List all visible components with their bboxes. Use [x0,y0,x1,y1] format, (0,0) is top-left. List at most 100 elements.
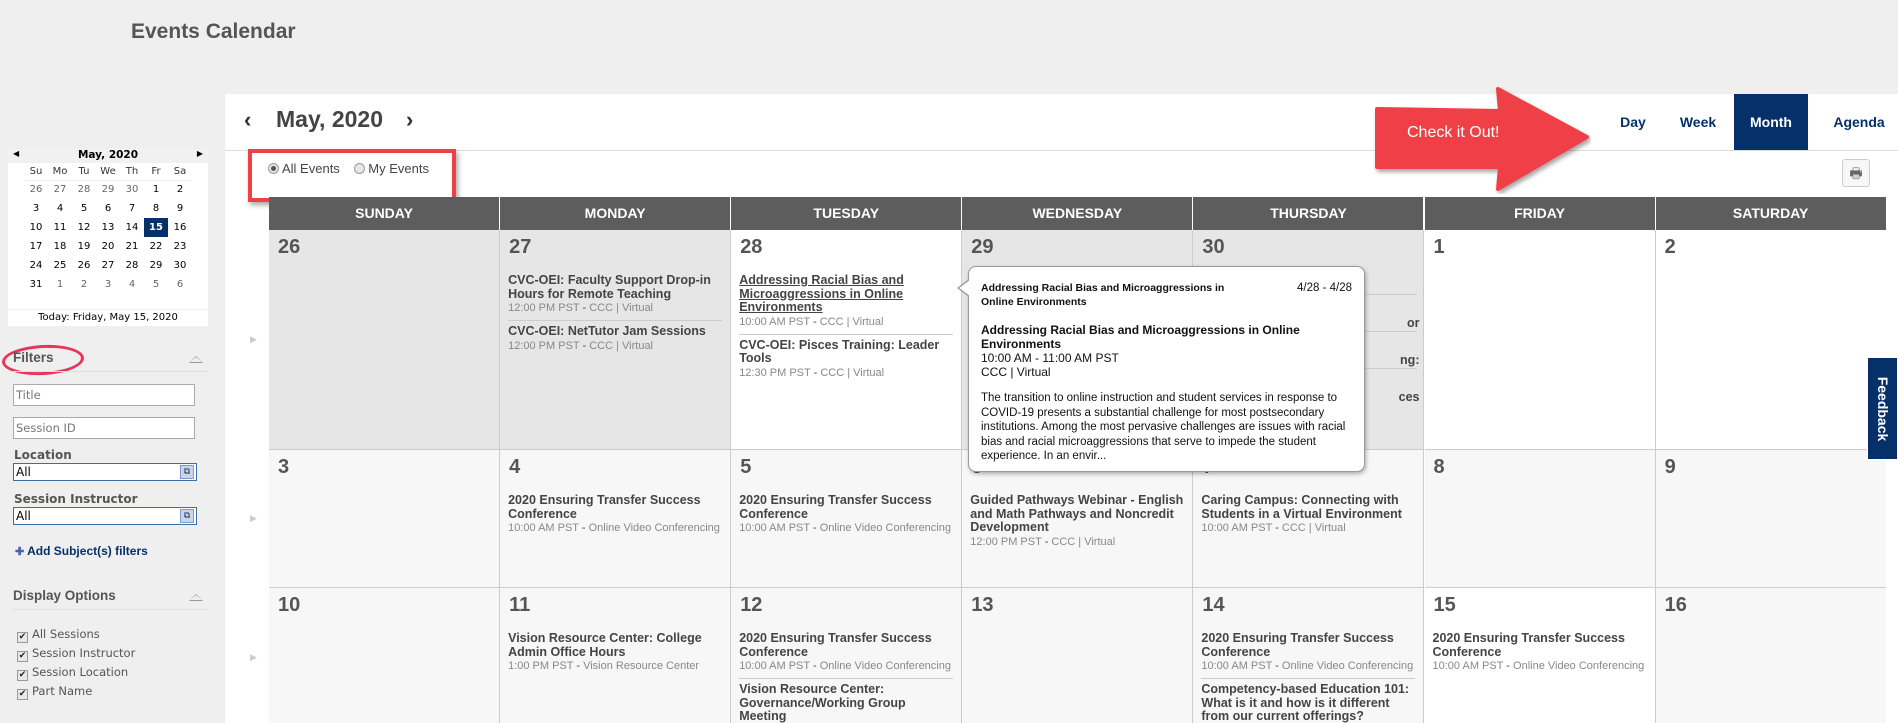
checkbox-checked-icon[interactable]: ✔ [17,632,28,643]
mini-calendar-day[interactable]: 22 [144,237,168,256]
mini-calendar-day[interactable]: 12 [72,218,96,237]
calendar-day-cell[interactable]: 12 2020 Ensuring Transfer Success Confere… [731,588,963,723]
mini-calendar-day[interactable]: 20 [96,237,120,256]
checkbox-checked-icon[interactable]: ✔ [17,651,28,662]
mini-calendar-day[interactable]: 29 [96,180,120,199]
calendar-day-cell[interactable]: 1 [1424,230,1656,450]
add-subject-filters-link[interactable]: ✚ Add Subject(s) filters [15,544,148,558]
calendar-day-cell[interactable]: 10 [269,588,501,723]
calendar-day-cell[interactable]: 8 [1424,450,1656,588]
calendar-event[interactable]: 2020 Ensuring Transfer Success Conferenc… [1201,628,1416,679]
mini-calendar-day[interactable]: 27 [48,180,72,199]
location-select[interactable]: All ⧉ [13,463,197,481]
prev-month-button[interactable]: ‹ [244,107,251,133]
print-button[interactable]: 🖶 [1842,159,1870,187]
session-id-filter-input[interactable]: Session ID [13,417,195,439]
calendar-day-cell[interactable]: 13 [962,588,1194,723]
session-instructor-select[interactable]: All ⧉ [13,507,197,525]
calendar-event[interactable]: Addressing Racial Bias and Microaggressi… [739,270,954,335]
display-options-heading[interactable]: Display Options [13,588,208,610]
mini-calendar-day[interactable]: 30 [120,180,144,199]
calendar-event[interactable]: CVC-OEI: Pisces Training: Leader Tools 12… [739,335,953,385]
title-filter-input[interactable]: Title [13,384,195,406]
feedback-tab[interactable]: Feedback [1867,357,1898,460]
mini-calendar-day[interactable]: 31 [24,275,48,294]
expand-week-arrow-icon[interactable]: ▶ [238,334,269,345]
calendar-day-cell[interactable]: 15 2020 Ensuring Transfer Success Confere… [1424,588,1656,723]
event-title[interactable]: 2020 Ensuring Transfer Success Conferenc… [1433,631,1647,659]
calendar-day-cell[interactable]: 3 [269,450,501,588]
mini-next-month-icon[interactable]: ▶ [197,149,203,158]
mini-calendar-day[interactable]: 3 [24,199,48,218]
mini-calendar-day[interactable]: 6 [96,199,120,218]
event-title[interactable]: 2020 Ensuring Transfer Success Conferenc… [739,631,953,659]
calendar-day-cell[interactable]: 14 2020 Ensuring Transfer Success Confere… [1193,588,1425,723]
mini-calendar-day[interactable]: 5 [72,199,96,218]
mini-calendar-day[interactable]: 13 [96,218,120,237]
mini-calendar-day[interactable]: 8 [144,199,168,218]
mini-calendar-day[interactable]: 28 [120,256,144,275]
event-title[interactable]: Vision Resource Center: College Admin Of… [508,631,722,659]
collapse-triangle-icon[interactable] [189,356,203,363]
mini-calendar-day[interactable]: 30 [168,256,192,275]
event-title[interactable]: Caring Campus: Connecting with Students … [1201,493,1415,521]
checkbox-checked-icon[interactable]: ✔ [17,689,28,700]
event-title-fragment[interactable]: ng: [1400,353,1419,367]
display-option-checkbox[interactable]: ✔ Part Name [17,684,92,700]
mini-calendar-day[interactable]: 26 [72,256,96,275]
mini-calendar-day[interactable]: 6 [168,275,192,294]
calendar-day-cell[interactable]: 2 [1655,230,1886,450]
calendar-day-cell[interactable]: 27 CVC-OEI: Faculty Support Drop-in Hours… [500,230,732,450]
mini-calendar-day[interactable]: 7 [120,199,144,218]
filters-heading[interactable]: Filters [13,350,208,372]
calendar-event[interactable]: Caring Campus: Connecting with Students … [1201,490,1415,540]
calendar-day-cell[interactable]: 26 [269,230,501,450]
mini-calendar-day[interactable]: 1 [144,180,168,199]
mini-calendar-day[interactable]: 2 [72,275,96,294]
view-week-button[interactable]: Week [1668,94,1728,150]
event-title-fragment[interactable]: or [1407,316,1420,330]
view-day-button[interactable]: Day [1605,94,1661,150]
mini-calendar-day[interactable]: 27 [96,256,120,275]
calendar-day-cell[interactable]: 11 Vision Resource Center: College Admin … [500,588,732,723]
mini-calendar-day[interactable]: 18 [48,237,72,256]
calendar-day-cell[interactable]: 16 [1655,588,1886,723]
calendar-event[interactable]: 2020 Ensuring Transfer Success Conferenc… [739,490,953,540]
mini-calendar-day[interactable]: 4 [120,275,144,294]
view-month-button[interactable]: Month [1734,94,1808,150]
event-title-fragment[interactable]: ces [1399,390,1420,404]
mini-calendar-day[interactable]: 21 [120,237,144,256]
mini-calendar-day[interactable]: 16 [168,218,192,237]
mini-calendar-day[interactable]: 2 [168,180,192,199]
popup-event-title[interactable]: Addressing Racial Bias and Microaggressi… [981,323,1352,351]
calendar-event[interactable]: CVC-OEI: Faculty Support Drop-in Hours f… [508,270,723,321]
calendar-day-cell[interactable]: 5 2020 Ensuring Transfer Success Conferen… [731,450,963,588]
checkbox-checked-icon[interactable]: ✔ [17,670,28,681]
view-agenda-button[interactable]: Agenda [1820,94,1898,150]
mini-calendar-day[interactable]: 9 [168,199,192,218]
mini-calendar-day[interactable]: 15 [144,218,168,237]
calendar-event[interactable]: Vision Resource Center: College Admin Of… [508,628,722,678]
mini-calendar-day[interactable]: 28 [72,180,96,199]
event-title[interactable]: CVC-OEI: NetTutor Jam Sessions [508,324,722,339]
event-title[interactable]: 2020 Ensuring Transfer Success Conferenc… [1201,631,1415,659]
calendar-event[interactable]: Vision Resource Center: Governance/Worki… [739,679,953,723]
display-option-checkbox[interactable]: ✔ Session Location [17,665,128,681]
calendar-day-cell[interactable]: 28 Addressing Racial Bias and Microaggres… [731,230,963,450]
calendar-day-cell[interactable]: 4 2020 Ensuring Transfer Success Conferen… [500,450,732,588]
event-title[interactable]: CVC-OEI: Faculty Support Drop-in Hours f… [508,273,722,301]
event-title[interactable]: Guided Pathways Webinar - English and Ma… [970,493,1184,535]
event-title[interactable]: Competency-based Education 101: What is … [1201,682,1415,723]
next-month-button[interactable]: › [406,107,413,133]
calendar-event[interactable]: 2020 Ensuring Transfer Success Conferenc… [739,628,954,679]
calendar-day-cell[interactable]: 9 [1655,450,1886,588]
mini-calendar-day[interactable]: 25 [48,256,72,275]
event-title[interactable]: 2020 Ensuring Transfer Success Conferenc… [508,493,722,521]
mini-calendar-day[interactable]: 19 [72,237,96,256]
mini-calendar-day[interactable]: 11 [48,218,72,237]
event-title[interactable]: Vision Resource Center: Governance/Worki… [739,682,953,723]
calendar-event[interactable]: 2020 Ensuring Transfer Success Conferenc… [508,490,722,540]
mini-calendar-day[interactable]: 29 [144,256,168,275]
lookup-icon[interactable]: ⧉ [180,465,194,479]
collapse-triangle-icon[interactable] [189,594,203,601]
